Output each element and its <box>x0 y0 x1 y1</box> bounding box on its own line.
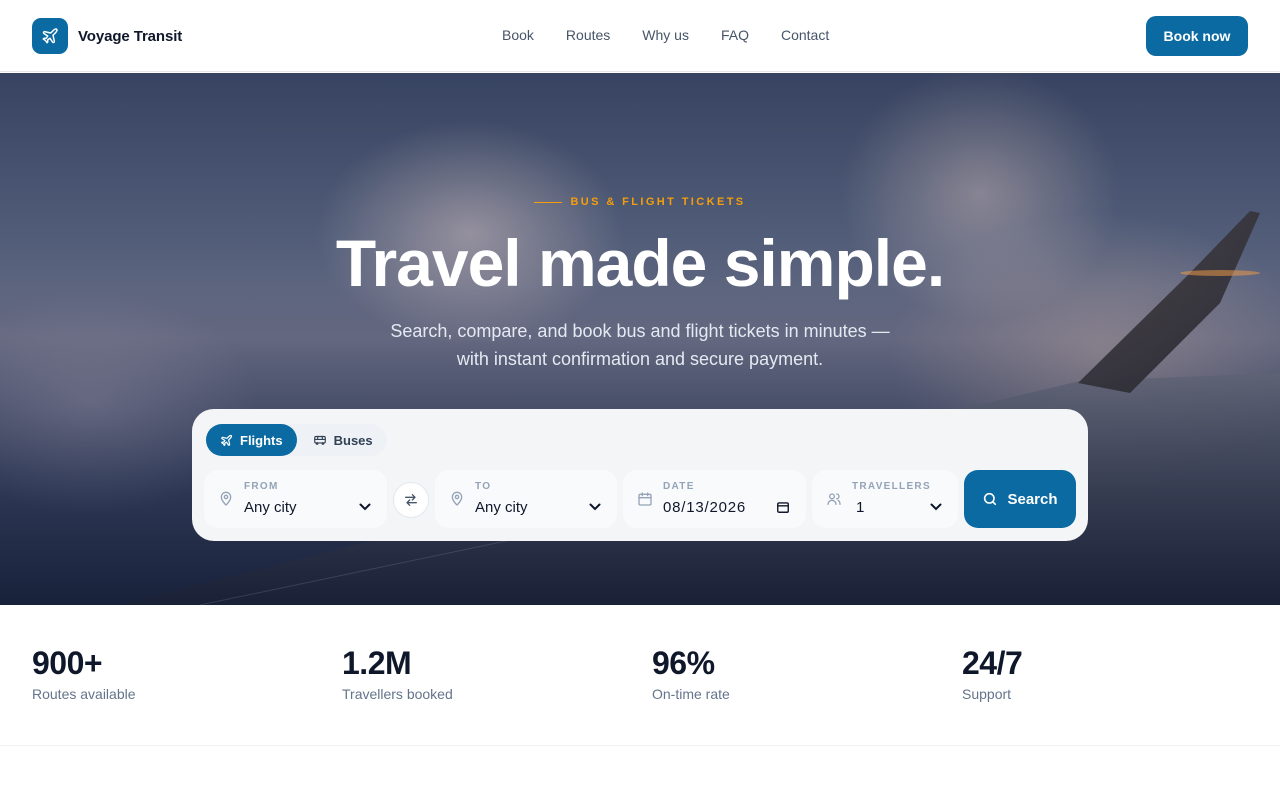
chevron-down-icon <box>589 503 601 511</box>
stat-value: 1.2M <box>342 645 412 681</box>
date-input[interactable]: DATE 08/13/2026 <box>623 470 806 528</box>
chevron-down-icon <box>930 503 942 511</box>
search-card: Flights Buses FROM Any city TO Any city … <box>192 409 1088 541</box>
swap-icon <box>405 494 417 506</box>
nav-link-why-us[interactable]: Why us <box>642 27 689 43</box>
date-label: DATE <box>663 481 695 492</box>
tab-flights[interactable]: Flights <box>206 424 297 456</box>
calendar-icon <box>638 492 652 506</box>
stat-support: 24/7 Support <box>962 645 1023 702</box>
bus-icon <box>313 435 326 445</box>
stat-routes: 900+ Routes available <box>32 645 136 702</box>
stat-value: 24/7 <box>962 645 1023 681</box>
to-value: Any city <box>475 499 528 516</box>
search-button[interactable]: Search <box>964 470 1076 528</box>
brand[interactable]: Voyage Transit <box>32 18 182 54</box>
site-header: Voyage Transit Book Routes Why us FAQ Co… <box>0 0 1280 72</box>
stat-label: On-time rate <box>652 686 730 702</box>
hero-title: Travel made simple. <box>335 226 945 300</box>
nav-link-contact[interactable]: Contact <box>781 27 829 43</box>
map-pin-icon <box>451 491 463 506</box>
travellers-select[interactable]: TRAVELLERS 1 <box>812 470 958 528</box>
hero-section: BUS & FLIGHT TICKETS Travel made simple.… <box>0 73 1280 605</box>
chevron-down-icon <box>359 503 371 511</box>
transport-tabs: Flights Buses <box>206 424 387 456</box>
calendar-picker-icon[interactable] <box>776 500 790 514</box>
swap-cities-button[interactable] <box>393 482 429 518</box>
eyebrow-text: BUS & FLIGHT TICKETS <box>570 196 746 208</box>
plane-icon <box>32 18 68 54</box>
travellers-value: 1 <box>856 499 865 516</box>
hero-eyebrow: BUS & FLIGHT TICKETS <box>0 196 1280 208</box>
from-select[interactable]: FROM Any city <box>204 470 387 528</box>
travellers-label: TRAVELLERS <box>852 481 931 492</box>
search-icon <box>984 492 997 506</box>
main-nav: Book Routes Why us FAQ Contact <box>502 27 829 43</box>
stat-label: Routes available <box>32 686 136 702</box>
tab-buses[interactable]: Buses <box>299 424 387 456</box>
users-icon <box>827 493 841 505</box>
to-label: TO <box>475 481 492 492</box>
date-value: 08/13/2026 <box>663 499 747 516</box>
plane-icon <box>221 434 233 446</box>
stat-on-time: 96% On-time rate <box>652 645 730 702</box>
stat-value: 900+ <box>32 645 103 681</box>
nav-link-faq[interactable]: FAQ <box>721 27 749 43</box>
nav-link-routes[interactable]: Routes <box>566 27 610 43</box>
nav-link-book[interactable]: Book <box>502 27 534 43</box>
stat-label: Travellers booked <box>342 686 453 702</box>
hero-subtitle-line-2: with instant confirmation and secure pay… <box>456 349 824 369</box>
map-pin-icon <box>220 491 232 506</box>
book-now-button[interactable]: Book now <box>1146 16 1248 56</box>
stat-travellers: 1.2M Travellers booked <box>342 645 453 702</box>
stats-section: 900+ Routes available 1.2M Travellers bo… <box>0 605 1280 746</box>
brand-name: Voyage Transit <box>78 27 183 45</box>
hero-subtitle-line-1: Search, compare, and book bus and flight… <box>390 321 890 341</box>
from-value: Any city <box>244 499 297 516</box>
to-select[interactable]: TO Any city <box>435 470 617 528</box>
hero-subtitle: Search, compare, and book bus and flight… <box>340 317 940 373</box>
stat-label: Support <box>962 686 1012 702</box>
from-label: FROM <box>244 481 279 492</box>
stat-value: 96% <box>652 645 715 681</box>
